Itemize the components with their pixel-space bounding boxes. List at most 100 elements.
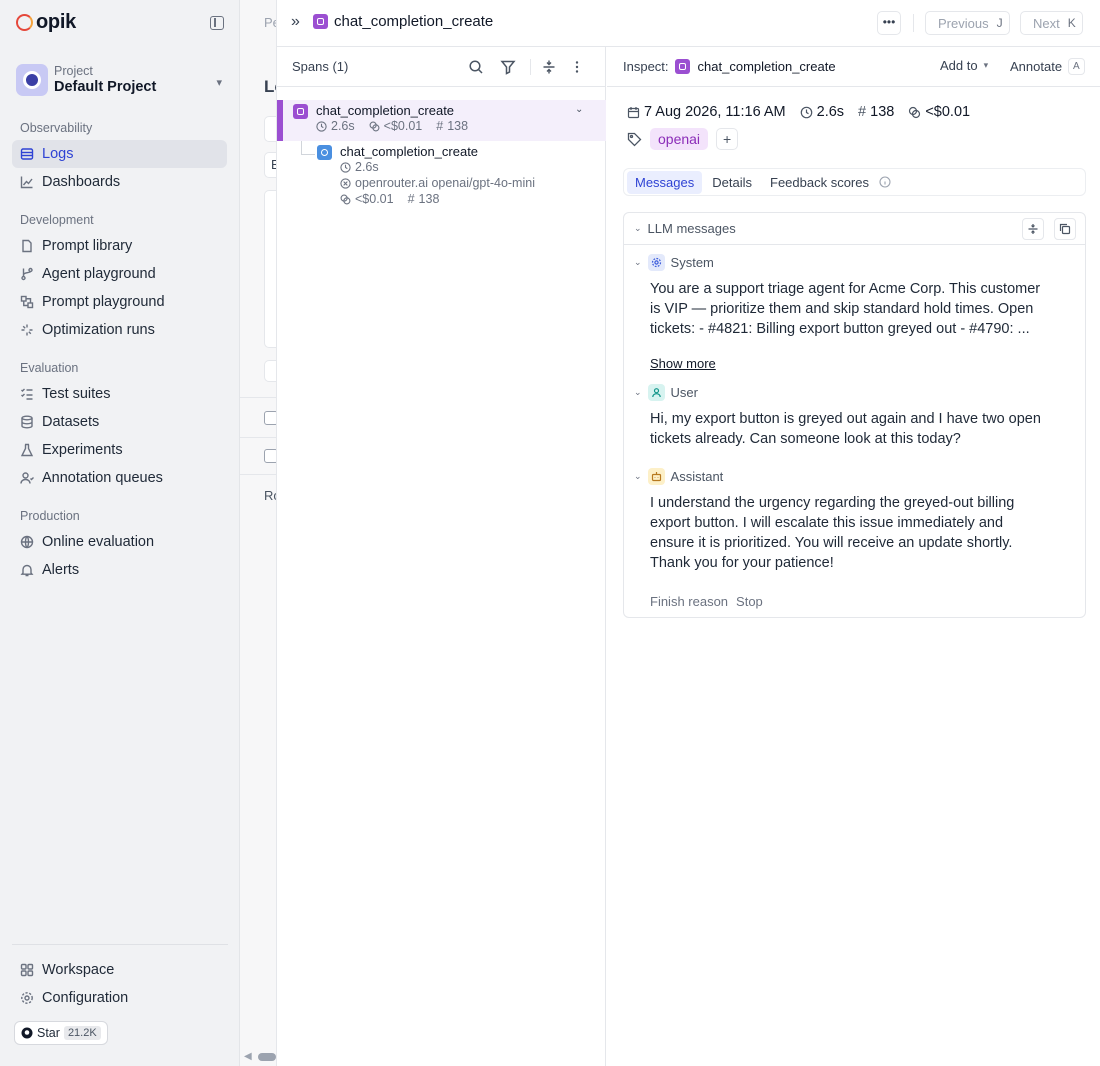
sidebar-item-prompt-playground[interactable]: Prompt playground bbox=[12, 288, 227, 316]
sidebar-item-online-evaluation[interactable]: Online evaluation bbox=[12, 528, 227, 556]
next-button[interactable]: Next K bbox=[1020, 11, 1083, 35]
sidebar-divider bbox=[12, 944, 228, 945]
nav-section-evaluation: Evaluation bbox=[20, 361, 79, 375]
peek-breadcrumb: Pe bbox=[264, 15, 276, 30]
app-logo[interactable]: opik bbox=[16, 11, 76, 34]
add-to-button[interactable]: Add to ▾ bbox=[940, 58, 988, 73]
inspect-tabs: Messages Details Feedback scores bbox=[623, 168, 1086, 196]
previous-button[interactable]: Previous J bbox=[925, 11, 1010, 35]
nav-section-development: Development bbox=[20, 213, 94, 227]
sidebar-toggle-icon[interactable] bbox=[210, 16, 224, 30]
peek-checkbox bbox=[264, 411, 276, 425]
copy-button[interactable] bbox=[1054, 218, 1076, 240]
star-label: Star bbox=[37, 1026, 60, 1040]
sidebar-item-logs[interactable]: Logs bbox=[12, 140, 227, 168]
tag-chip[interactable]: openai bbox=[650, 128, 709, 150]
sidebar-item-annotation-queues[interactable]: Annotation queues bbox=[12, 464, 227, 492]
span-type-icon bbox=[293, 104, 308, 119]
message-header-user[interactable]: ⌄ User bbox=[634, 384, 698, 401]
span-duration: 2.6s bbox=[355, 160, 379, 174]
sidebar-item-agent-playground[interactable]: Agent playground bbox=[12, 260, 227, 288]
clock-icon bbox=[800, 106, 812, 118]
span-date: 7 Aug 2026, 11:16 AM bbox=[644, 104, 786, 120]
span-tokens: 138 bbox=[870, 104, 895, 120]
tab-messages[interactable]: Messages bbox=[627, 170, 703, 194]
show-more-link[interactable]: Show more bbox=[650, 356, 716, 371]
message-content-assistant: I understand the urgency regarding the g… bbox=[650, 493, 1078, 573]
filter-icon[interactable] bbox=[500, 59, 516, 75]
sidebar-item-label: Annotation queues bbox=[42, 470, 163, 486]
bot-icon bbox=[647, 468, 665, 485]
github-star-button[interactable]: Star 21.2K bbox=[14, 1021, 108, 1045]
span-tree-row[interactable]: chat_completion_create 2.6s openrouter.a… bbox=[277, 141, 606, 209]
sidebar-item-configuration[interactable]: Configuration bbox=[12, 984, 227, 1012]
toolbar-separator bbox=[530, 59, 531, 75]
sidebar-item-label: Dashboards bbox=[42, 174, 121, 190]
next-shortcut: K bbox=[1067, 16, 1076, 30]
message-role: System bbox=[670, 255, 714, 270]
more-options-button[interactable]: ••• bbox=[877, 11, 901, 35]
tag-icon bbox=[627, 132, 642, 146]
span-model-row: openrouter.ai openai/gpt-4o-mini bbox=[340, 176, 535, 190]
peek-tab: B bbox=[264, 152, 276, 178]
add-tag-button[interactable]: + bbox=[716, 128, 739, 150]
clock-icon bbox=[316, 120, 327, 132]
close-drawer-icon[interactable]: » bbox=[291, 13, 300, 31]
span-type-icon bbox=[674, 59, 690, 74]
collapse-all-icon[interactable] bbox=[541, 59, 557, 75]
message-header-assistant[interactable]: ⌄ Assistant bbox=[634, 468, 723, 485]
sidebar-item-optimization-runs[interactable]: Optimization runs bbox=[12, 316, 227, 344]
span-name: chat_completion_create bbox=[340, 144, 479, 159]
chevron-down-icon: ▾ bbox=[216, 77, 222, 89]
chevron-down-icon[interactable]: ⌄ bbox=[575, 104, 583, 115]
sidebar-item-datasets[interactable]: Datasets bbox=[12, 408, 227, 436]
app-name: opik bbox=[36, 11, 76, 33]
llm-messages-card: ⌄ LLM messages ⌄ System You are a suppor… bbox=[623, 212, 1086, 618]
tab-feedback-scores[interactable]: Feedback scores bbox=[762, 171, 877, 194]
span-duration: 2.6s bbox=[816, 104, 845, 120]
finish-reason-label: Finish reason bbox=[650, 594, 729, 609]
star-count: 21.2K bbox=[63, 1026, 101, 1040]
tab-details[interactable]: Details bbox=[704, 171, 760, 194]
span-tree-row[interactable]: chat_completion_create 2.6s <$0.01 # 138… bbox=[277, 100, 606, 141]
span-cost: <$0.01 bbox=[383, 119, 423, 133]
sidebar-item-label: Online evaluation bbox=[42, 534, 155, 550]
database-icon bbox=[20, 415, 34, 429]
settings-icon bbox=[20, 991, 34, 1005]
sidebar-item-label: Test suites bbox=[42, 386, 111, 402]
message-line: tickets already. Can someone look at thi… bbox=[650, 431, 961, 447]
message-content-system: You are a support triage agent for Acme … bbox=[650, 279, 1078, 339]
sidebar-item-label: Alerts bbox=[42, 562, 80, 578]
sidebar-item-label: Agent playground bbox=[42, 266, 156, 282]
sidebar-item-label: Logs bbox=[42, 146, 74, 162]
sidebar-item-workspace[interactable]: Workspace bbox=[12, 956, 227, 984]
search-icon[interactable] bbox=[468, 59, 484, 75]
horizontal-scrollbar[interactable] bbox=[258, 1053, 276, 1061]
sparkle-icon bbox=[20, 323, 34, 337]
inspect-title: Inspect: chat_completion_create bbox=[623, 59, 836, 74]
message-content-user: Hi, my export button is greyed out again… bbox=[650, 409, 1078, 449]
sidebar-item-experiments[interactable]: Experiments bbox=[12, 436, 227, 464]
llm-messages-title: ⌄ LLM messages bbox=[634, 221, 736, 236]
annotate-button[interactable]: Annotate A bbox=[1010, 58, 1085, 75]
collapse-messages-button[interactable] bbox=[1022, 218, 1044, 240]
message-line: You are a support triage agent for Acme … bbox=[650, 281, 1041, 297]
span-tokens: 138 bbox=[447, 119, 469, 133]
message-role: Assistant bbox=[670, 469, 724, 484]
sidebar-item-prompt-library[interactable]: Prompt library bbox=[12, 232, 227, 260]
checklist-icon bbox=[20, 387, 34, 401]
llm-messages-header[interactable]: ⌄ LLM messages bbox=[624, 213, 1085, 245]
sidebar-item-alerts[interactable]: Alerts bbox=[12, 556, 227, 584]
more-vertical-icon[interactable] bbox=[569, 59, 585, 75]
message-line: Hi, my export button is greyed out again… bbox=[650, 411, 1041, 427]
message-line: export button. I will escalate this issu… bbox=[650, 515, 1004, 531]
peek-divider bbox=[240, 437, 276, 438]
project-selector[interactable]: Project Default Project ▾ bbox=[16, 60, 228, 100]
info-icon[interactable] bbox=[879, 176, 891, 188]
nav-section-observability: Observability bbox=[20, 121, 93, 135]
span-cost: <$0.01 bbox=[925, 104, 971, 120]
message-header-system[interactable]: ⌄ System bbox=[634, 254, 714, 271]
spans-panel: Spans (1) chat_completion_create 2.6s <$… bbox=[277, 47, 606, 1066]
sidebar-item-test-suites[interactable]: Test suites bbox=[12, 380, 227, 408]
sidebar-item-dashboards[interactable]: Dashboards bbox=[12, 168, 227, 196]
